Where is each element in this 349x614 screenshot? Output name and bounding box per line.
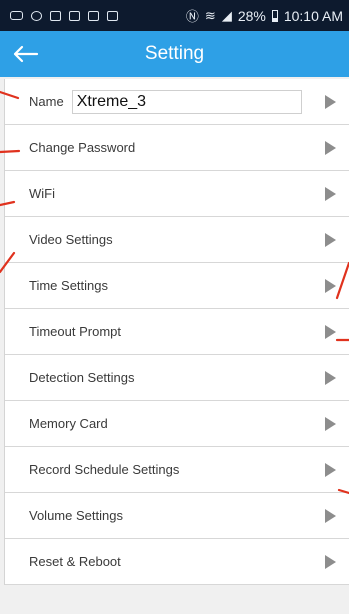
detection-settings-item[interactable]: Detection Settings xyxy=(5,355,349,401)
video-settings-label: Video Settings xyxy=(29,232,113,247)
back-arrow-icon xyxy=(13,45,39,63)
change-password-label: Change Password xyxy=(29,140,136,155)
status-bar: Ⓝ ≋ ◢ 28% 10:10 AM xyxy=(0,0,349,31)
detection-settings-label: Detection Settings xyxy=(29,370,135,385)
battery-icon xyxy=(271,9,278,22)
timeout-prompt-label: Timeout Prompt xyxy=(29,324,121,339)
back-button[interactable] xyxy=(8,38,42,70)
app-bar: Setting xyxy=(0,31,349,77)
volume-settings-item[interactable]: Volume Settings xyxy=(5,493,349,539)
chevron-right-icon xyxy=(325,232,336,247)
name-row: Name xyxy=(5,79,349,125)
chevron-right-icon xyxy=(325,416,336,431)
change-password-item[interactable]: Change Password xyxy=(5,125,349,171)
wifi-label: WiFi xyxy=(29,186,55,201)
photo-icon xyxy=(69,10,80,21)
wifi-signal-icon: ≋ xyxy=(204,7,216,23)
record-schedule-settings-item[interactable]: Record Schedule Settings xyxy=(5,447,349,493)
reset-reboot-label: Reset & Reboot xyxy=(29,554,121,569)
system-icons: Ⓝ ≋ ◢ 28% 10:10 AM xyxy=(186,6,343,25)
reset-reboot-item[interactable]: Reset & Reboot xyxy=(5,539,349,585)
page-title: Setting xyxy=(144,43,205,64)
nfc-icon: Ⓝ xyxy=(185,9,199,24)
chevron-right-icon xyxy=(325,370,336,385)
chevron-right-icon xyxy=(325,278,336,293)
timeout-prompt-item[interactable]: Timeout Prompt xyxy=(5,309,349,355)
message-icon xyxy=(10,11,23,20)
chevron-right-icon[interactable] xyxy=(325,94,336,109)
wifi-item[interactable]: WiFi xyxy=(5,171,349,217)
notification-icons xyxy=(10,10,118,21)
chevron-right-icon xyxy=(325,186,336,201)
chevron-right-icon xyxy=(325,508,336,523)
volume-settings-label: Volume Settings xyxy=(29,508,123,523)
name-input[interactable] xyxy=(71,89,302,114)
name-label: Name xyxy=(29,94,64,109)
video-settings-item[interactable]: Video Settings xyxy=(5,217,349,263)
clock: 10:10 AM xyxy=(283,7,343,24)
memory-card-item[interactable]: Memory Card xyxy=(5,401,349,447)
memory-card-label: Memory Card xyxy=(29,416,108,431)
record-schedule-settings-label: Record Schedule Settings xyxy=(29,462,180,477)
settings-list: Name Change Password WiFi Video Settings… xyxy=(4,79,349,585)
photo-icon xyxy=(107,10,118,21)
photo-icon xyxy=(50,10,61,21)
time-settings-item[interactable]: Time Settings xyxy=(5,263,349,309)
battery-percent: 28% xyxy=(237,7,266,24)
chevron-right-icon xyxy=(325,324,336,339)
chevron-right-icon xyxy=(325,140,336,155)
photo-icon xyxy=(88,10,99,21)
wifi-notification-icon xyxy=(31,10,42,21)
cell-signal-icon: ◢ xyxy=(221,7,232,23)
time-settings-label: Time Settings xyxy=(29,278,108,293)
chevron-right-icon xyxy=(325,554,336,569)
chevron-right-icon xyxy=(325,462,336,477)
